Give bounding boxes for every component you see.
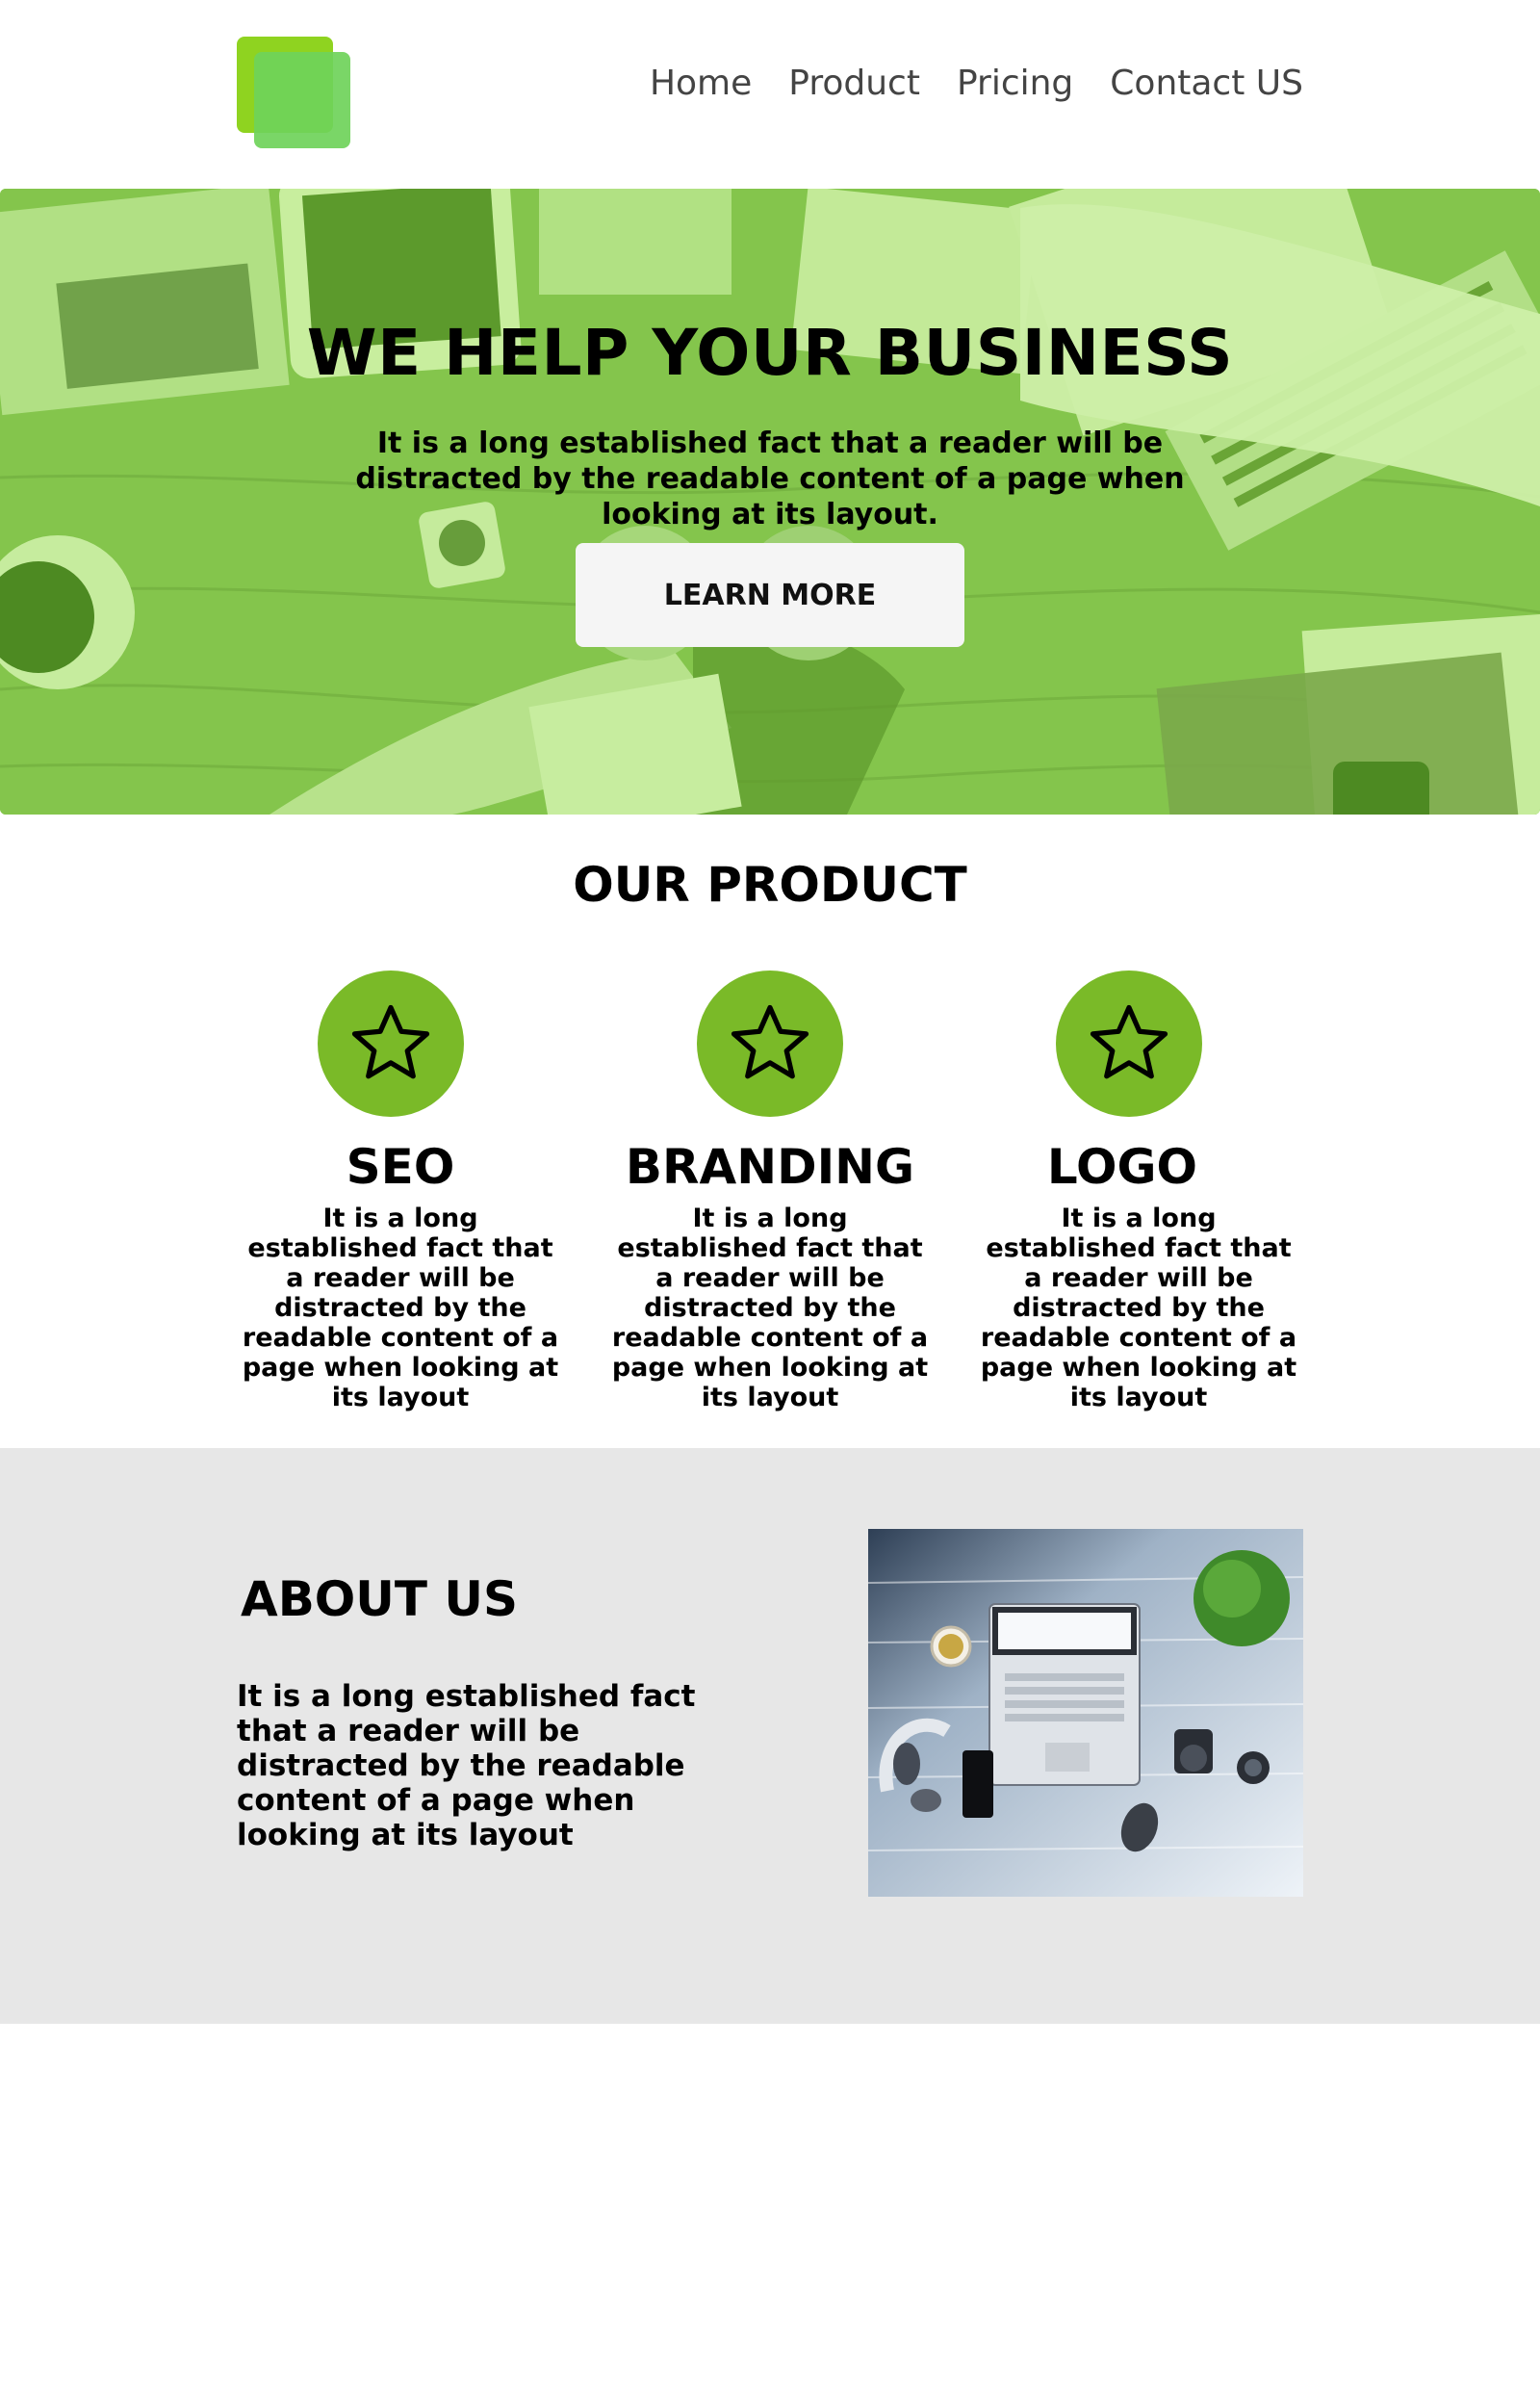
product-card-seo: SEO It is a long established fact that a… (237, 971, 564, 1412)
star-icon (318, 971, 464, 1117)
about-title: ABOUT US (241, 1571, 519, 1627)
product-card-logo: LOGO It is a long established fact that … (975, 971, 1302, 1412)
star-icon (1056, 971, 1202, 1117)
product-description: It is a long established fact that a rea… (980, 1204, 1297, 1412)
hero-title: WE HELP YOUR BUSINESS (306, 316, 1234, 390)
product-title: BRANDING (625, 1139, 915, 1195)
logo-square-front (254, 52, 350, 148)
nav-contact-link[interactable]: Contact US (1110, 64, 1303, 103)
about-photo (868, 1529, 1303, 1897)
product-description: It is a long established fact that a rea… (242, 1204, 559, 1412)
workspace-photo-illustration (868, 1529, 1303, 1897)
star-icon (697, 971, 843, 1117)
product-description: It is a long established fact that a rea… (611, 1204, 929, 1412)
hero-banner: WE HELP YOUR BUSINESS It is a long estab… (0, 189, 1540, 815)
about-text: It is a long established fact that a rea… (237, 1679, 696, 1852)
product-card-branding: BRANDING It is a long established fact t… (606, 971, 934, 1412)
logo[interactable] (237, 37, 352, 150)
hero-subtitle: It is a long established fact that a rea… (355, 427, 1185, 531)
site-header: Home Product Pricing Contact US (0, 0, 1540, 189)
product-title: LOGO (1046, 1139, 1198, 1195)
learn-more-button[interactable]: LEARN MORE (576, 543, 964, 647)
about-section: ABOUT US It is a long established fact t… (0, 1448, 1540, 2024)
product-title: SEO (346, 1139, 455, 1195)
product-section-title: OUR PRODUCT (573, 857, 967, 913)
nav-product-link[interactable]: Product (788, 64, 920, 103)
nav-pricing-link[interactable]: Pricing (957, 64, 1073, 103)
main-nav: Home Product Pricing Contact US (650, 64, 1303, 103)
nav-home-link[interactable]: Home (650, 64, 752, 103)
